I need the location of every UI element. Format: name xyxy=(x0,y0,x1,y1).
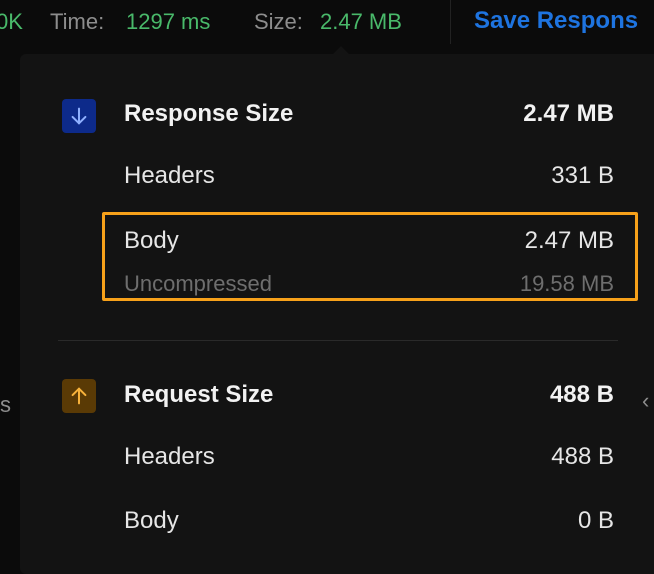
request-body-label: Body xyxy=(124,507,179,534)
request-size-total: 488 B xyxy=(549,381,614,408)
request-body-value: 0 B xyxy=(577,507,614,534)
toolbar-divider xyxy=(450,0,451,44)
time-value[interactable]: 1297 ms xyxy=(126,9,210,35)
time-label: Time: xyxy=(50,9,105,34)
size-label: Size: xyxy=(254,9,303,34)
save-response-button[interactable]: Save Respons xyxy=(474,7,638,35)
response-body-value: 2.47 MB xyxy=(524,227,614,254)
response-headers-value: 331 B xyxy=(551,162,614,189)
arrow-down-icon xyxy=(62,99,96,133)
response-size-title: Response Size xyxy=(124,100,294,127)
request-headers-label: Headers xyxy=(124,443,215,470)
status-code: 0K xyxy=(0,9,23,34)
response-body-label: Body xyxy=(124,227,179,254)
response-size-total: 2.47 MB xyxy=(523,100,614,127)
uncompressed-label: Uncompressed xyxy=(124,271,272,296)
request-headers-value: 488 B xyxy=(551,443,614,470)
background-text: s xyxy=(0,392,11,417)
arrow-up-icon xyxy=(62,379,96,413)
uncompressed-value: 19.58 MB xyxy=(519,271,614,296)
response-meta-bar: 0K Time: 1297 ms Size: 2.47 MB Save Resp… xyxy=(0,0,654,44)
request-size-title: Request Size xyxy=(124,381,274,408)
response-headers-label: Headers xyxy=(124,162,215,189)
size-value[interactable]: 2.47 MB xyxy=(320,9,402,35)
size-popover xyxy=(20,54,654,574)
background-chevron-icon: ‹ xyxy=(642,388,650,413)
section-divider xyxy=(58,340,618,341)
